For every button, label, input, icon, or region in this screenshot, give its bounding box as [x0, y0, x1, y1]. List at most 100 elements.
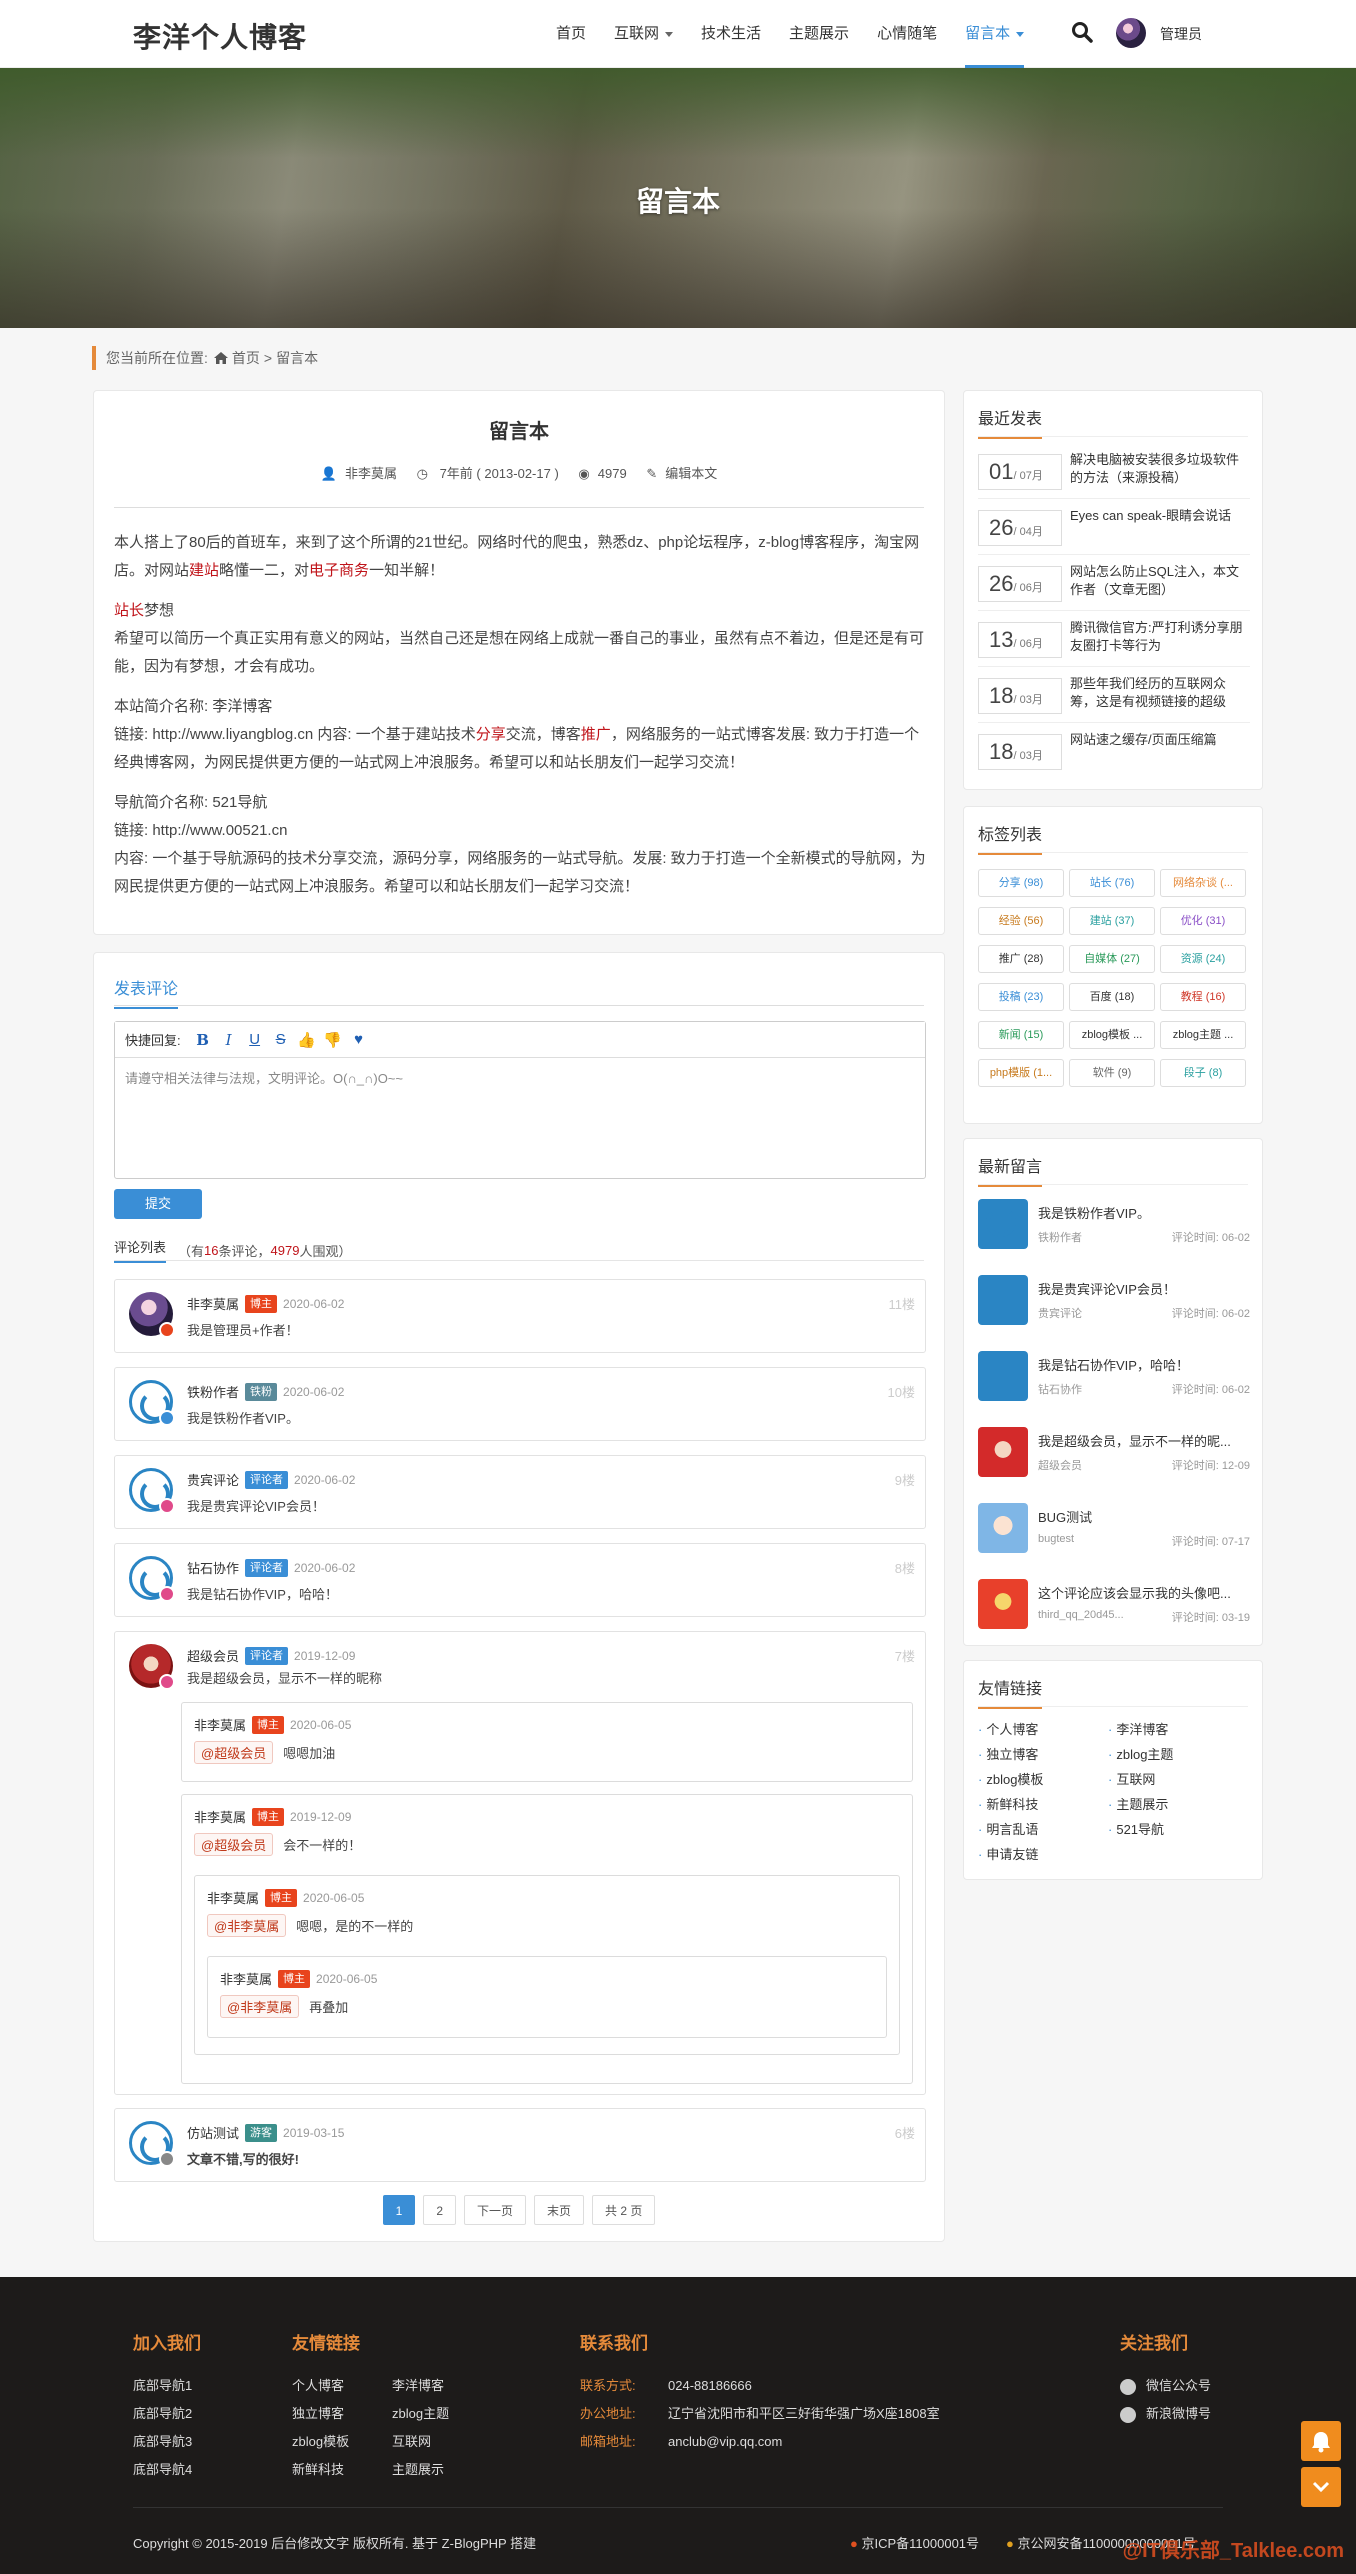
thumbs-up-icon[interactable]: 👍 [295, 1028, 319, 1052]
mention-tag[interactable]: @超级会员 [194, 1741, 274, 1764]
post-title[interactable]: 解决电脑被安装很多垃圾软件的方法（来源投稿） [1070, 451, 1250, 487]
footer-link[interactable]: 底部导航4 [133, 2456, 201, 2484]
tag-chip[interactable]: 网络杂谈 (... [1160, 869, 1246, 897]
post-title[interactable]: 那些年我们经历的互联网众筹，这是有视频链接的超级 [1070, 675, 1250, 711]
page-1[interactable]: 1 [382, 2195, 416, 2225]
list-item[interactable]: 26/ 04月 Eyes can speak-眼睛会说话 [978, 501, 1250, 555]
footer-link[interactable]: 底部导航2 [133, 2400, 201, 2428]
tag-chip[interactable]: 百度 (18) [1069, 983, 1155, 1011]
tag-chip[interactable]: zblog主题 ... [1160, 1021, 1246, 1049]
user-avatar[interactable] [1116, 18, 1146, 48]
bold-icon[interactable]: B [191, 1028, 215, 1052]
tag-chip[interactable]: 分享 (98) [978, 869, 1064, 897]
tag-chip[interactable]: 经验 (56) [978, 907, 1064, 935]
edit-meta[interactable]: ✎ 编辑本文 [642, 466, 721, 481]
author-name[interactable]: 非李莫属 [187, 1294, 239, 1313]
tag-chip[interactable]: zblog模板 ... [1069, 1021, 1155, 1049]
message-text[interactable]: 我是贵宾评论VIP会员！ [1038, 1279, 1250, 1298]
follow-wechat[interactable]: 微信公众号 [1120, 2372, 1211, 2400]
footer-link[interactable]: 新鲜科技 [292, 2456, 392, 2484]
tag-chip[interactable]: 站长 (76) [1069, 869, 1155, 897]
message-item[interactable]: 我是超级会员，显示不一样的昵... 超级会员 评论时间: 12-09 [978, 1421, 1250, 1497]
nav-essay[interactable]: 心情随笔 [877, 0, 937, 68]
user-name[interactable]: 管理员 [1160, 24, 1202, 44]
author-name[interactable]: 非李莫属 [194, 1807, 246, 1826]
friend-link[interactable]: zblog主题 [1108, 1744, 1173, 1763]
message-item[interactable]: 这个评论应该会显示我的头像吧... third_qq_20d45... 评论时间: … [978, 1573, 1250, 1649]
tag-chip[interactable]: 推广 (28) [978, 945, 1064, 973]
bell-float-button[interactable] [1301, 2421, 1341, 2461]
link-zhanzhang[interactable]: 站长 [114, 602, 144, 619]
message-item[interactable]: 我是铁粉作者VIP。 铁粉作者 评论时间: 06-02 [978, 1193, 1250, 1269]
post-title[interactable]: 腾讯微信官方:严打利诱分享朋友圈打卡等行为 [1070, 619, 1250, 655]
link-dianzishangwu[interactable]: 电子商务 [309, 562, 369, 579]
list-item[interactable]: 01/ 07月 解决电脑被安装很多垃圾软件的方法（来源投稿） [978, 445, 1250, 499]
friend-link[interactable]: 明言乱语 [978, 1819, 1038, 1838]
message-text[interactable]: 我是超级会员，显示不一样的昵... [1038, 1431, 1250, 1450]
list-item[interactable]: 26/ 06月 网站怎么防止SQL注入，本文作者（文章无图） [978, 557, 1250, 611]
author-name[interactable]: 仿站测试 [187, 2123, 239, 2142]
message-item[interactable]: 我是贵宾评论VIP会员！ 贵宾评论 评论时间: 06-02 [978, 1269, 1250, 1345]
friend-link[interactable]: 独立博客 [978, 1744, 1038, 1763]
site-logo[interactable]: 李洋个人博客 [133, 16, 307, 56]
strikethrough-icon[interactable]: S [269, 1028, 293, 1052]
heart-icon[interactable]: ♥ [347, 1028, 371, 1052]
friend-link[interactable]: 新鲜科技 [978, 1794, 1038, 1813]
post-title[interactable]: 网站怎么防止SQL注入，本文作者（文章无图） [1070, 563, 1250, 599]
friend-link[interactable]: 互联网 [1108, 1769, 1155, 1788]
message-text[interactable]: 我是铁粉作者VIP。 [1038, 1203, 1250, 1222]
link-tuiguang[interactable]: 推广 [581, 726, 611, 743]
friend-link[interactable]: zblog模板 [978, 1769, 1043, 1788]
footer-link[interactable]: zblog主题 [392, 2406, 449, 2421]
comment-textarea[interactable]: 请遵守相关法律与法规，文明评论。O(∩_∩)O~~ [115, 1058, 925, 1097]
message-text[interactable]: 我是钻石协作VIP，哈哈！ [1038, 1355, 1250, 1374]
back-to-top-button[interactable] [1301, 2467, 1341, 2507]
message-item[interactable]: BUG测试 bugtest 评论时间: 07-17 [978, 1497, 1250, 1573]
friend-link[interactable]: 申请友链 [978, 1844, 1038, 1863]
link-fenxiang[interactable]: 分享 [476, 726, 506, 743]
nav-guestbook[interactable]: 留言本 [965, 0, 1025, 68]
tag-chip[interactable]: 段子 (8) [1160, 1059, 1246, 1087]
article-author[interactable]: 非李莫属 [345, 466, 397, 481]
tag-chip[interactable]: 优化 (31) [1160, 907, 1246, 935]
tag-chip[interactable]: 自媒体 (27) [1069, 945, 1155, 973]
italic-icon[interactable]: I [217, 1028, 241, 1052]
next-page[interactable]: 下一页 [464, 2195, 527, 2225]
footer-link[interactable]: 个人博客 [292, 2372, 392, 2400]
author-name[interactable]: 钻石协作 [187, 1558, 239, 1577]
message-text[interactable]: 这个评论应该会显示我的头像吧... [1038, 1583, 1250, 1602]
tag-chip[interactable]: 投稿 (23) [978, 983, 1064, 1011]
submit-button[interactable]: 提交 [114, 1189, 202, 1219]
footer-link[interactable]: 互联网 [392, 2434, 431, 2449]
author-name[interactable]: 铁粉作者 [187, 1382, 239, 1401]
tag-chip[interactable]: 新闻 (15) [978, 1021, 1064, 1049]
mention-tag[interactable]: @非李莫属 [220, 1995, 300, 2018]
footer-link[interactable]: 李洋博客 [392, 2378, 444, 2393]
mention-tag[interactable]: @非李莫属 [207, 1914, 287, 1937]
list-item[interactable]: 13/ 06月 腾讯微信官方:严打利诱分享朋友圈打卡等行为 [978, 613, 1250, 667]
footer-link[interactable]: 底部导航3 [133, 2428, 201, 2456]
footer-link[interactable]: 独立博客 [292, 2400, 392, 2428]
tag-chip[interactable]: 软件 (9) [1069, 1059, 1155, 1087]
message-text[interactable]: BUG测试 [1038, 1507, 1250, 1526]
list-item[interactable]: 18/ 03月 网站速之缓存/页面压缩篇 [978, 725, 1250, 779]
tag-chip[interactable]: 资源 (24) [1160, 945, 1246, 973]
edit-link[interactable]: 编辑本文 [665, 466, 717, 481]
footer-link[interactable]: 底部导航1 [133, 2372, 201, 2400]
friend-link[interactable]: 主题展示 [1108, 1794, 1168, 1813]
nav-tech[interactable]: 技术生活 [701, 0, 761, 68]
author-name[interactable]: 非李莫属 [220, 1969, 272, 1988]
post-title[interactable]: Eyes can speak-眼睛会说话 [1070, 507, 1250, 525]
author-name[interactable]: 贵宾评论 [187, 1470, 239, 1489]
breadcrumb-home[interactable]: 首页 [232, 346, 260, 370]
tag-chip[interactable]: 建站 (37) [1069, 907, 1155, 935]
page-2[interactable]: 2 [423, 2195, 456, 2225]
friend-link[interactable]: 521导航 [1108, 1819, 1164, 1838]
friend-link[interactable]: 李洋博客 [1108, 1719, 1168, 1738]
thumbs-down-icon[interactable]: 👎 [321, 1028, 345, 1052]
tag-chip[interactable]: 教程 (16) [1160, 983, 1246, 1011]
contact-value[interactable]: anclub@vip.qq.com [668, 2434, 782, 2449]
message-item[interactable]: 我是钻石协作VIP，哈哈！ 钻石协作 评论时间: 06-02 [978, 1345, 1250, 1421]
mention-tag[interactable]: @超级会员 [194, 1833, 274, 1856]
follow-weibo[interactable]: 新浪微博号 [1120, 2400, 1211, 2428]
